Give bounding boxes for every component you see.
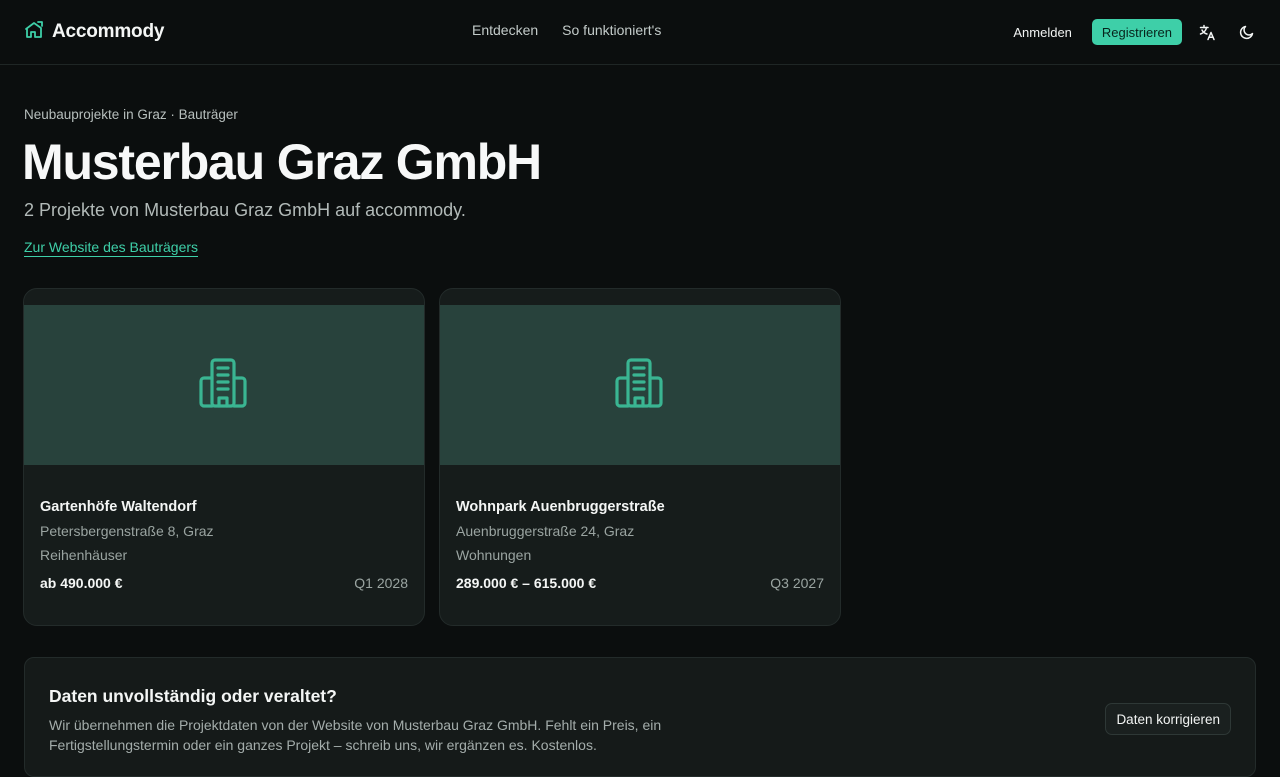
project-title: Gartenhöfe Waltendorf <box>40 499 197 515</box>
page-subtitle: 2 Projekte von Musterbau Graz GmbH auf a… <box>24 200 466 220</box>
project-type: Reihenhäuser <box>40 547 128 563</box>
project-image-placeholder <box>440 305 840 465</box>
register-button[interactable]: Registrieren <box>1091 19 1182 45</box>
project-price: 289.000 € – 615.000 € <box>456 575 597 591</box>
brand-logo[interactable]: Accommody <box>24 20 164 44</box>
building-icon <box>613 356 667 415</box>
data-correction-notice: Daten unvollständig oder veraltet? Wir ü… <box>24 657 1256 777</box>
notice-title: Daten unvollständig oder veraltet? <box>49 686 337 706</box>
project-type: Wohnungen <box>456 547 532 563</box>
page-title: Musterbau Graz GmbH <box>22 134 542 190</box>
nav-link-entdecken[interactable]: Entdecken <box>472 22 538 38</box>
project-completion: Q3 2027 <box>770 575 824 591</box>
building-icon <box>197 356 251 415</box>
project-image-placeholder <box>24 305 424 465</box>
project-card[interactable]: Wohnpark Auenbruggerstraße Auenbruggerst… <box>439 288 841 626</box>
brand-name: Accommody <box>52 21 165 42</box>
developer-website-link[interactable]: Zur Website des Bauträgers <box>24 239 199 257</box>
main-nav: Entdecken So funktioniert's <box>472 22 661 38</box>
project-title: Wohnpark Auenbruggerstraße <box>456 499 665 515</box>
project-address: Petersbergenstraße 8, Graz <box>40 523 214 539</box>
notice-text: Wir übernehmen die Projektdaten von der … <box>49 717 662 753</box>
project-card[interactable]: Gartenhöfe Waltendorf Petersbergenstraße… <box>23 288 425 626</box>
project-completion: Q1 2028 <box>354 575 408 591</box>
navbar: Accommody Entdecken So funktioniert's An… <box>0 0 1280 65</box>
house-icon <box>24 20 44 45</box>
translate-icon[interactable] <box>1198 23 1216 41</box>
moon-icon[interactable] <box>1238 23 1256 41</box>
project-price: ab 490.000 € <box>40 575 123 591</box>
project-address: Auenbruggerstraße 24, Graz <box>456 523 635 539</box>
nav-link-how-it-works[interactable]: So funktioniert's <box>562 22 661 38</box>
nav-actions: Anmelden Registrieren <box>1013 19 1256 45</box>
login-link[interactable]: Anmelden <box>1013 25 1072 40</box>
correct-data-button[interactable]: Daten korrigieren <box>1105 703 1231 735</box>
breadcrumb: Neubauprojekte in Graz · Bauträger <box>24 107 238 122</box>
